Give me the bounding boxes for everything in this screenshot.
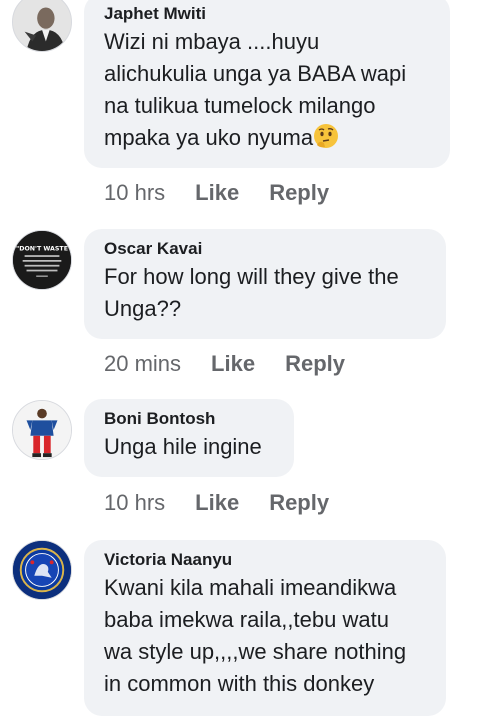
comment-actions: 10 hrs Like Reply [104,490,329,516]
comment-author[interactable]: Oscar Kavai [104,239,426,259]
man-in-suit-photo-icon [13,0,71,51]
comment-author[interactable]: Boni Bontosh [104,409,274,429]
comment-line-with-emoji: mpaka ya uko nyuma [104,122,430,154]
comment-timestamp[interactable]: 10 hrs [104,180,165,205]
reply-button[interactable]: Reply [269,180,329,205]
comment-line: Unga hile ingine [104,434,262,459]
chelsea-crest-icon [13,541,71,599]
comment-text: Wizi ni mbaya ....huyu alichukulia unga … [104,26,430,154]
comment-bubble: Boni Bontosh Unga hile ingine [84,399,294,477]
comment-actions: 20 mins Like Reply [104,351,345,377]
comment-text: Unga hile ingine [104,431,274,463]
comment-bubble: Japhet Mwiti Wizi ni mbaya ....huyu alic… [84,0,450,168]
dont-waste-quote-image-icon: "DON'T WASTE [13,231,71,289]
comment-timestamp[interactable]: 10 hrs [104,490,165,515]
comment-text: For how long will they give the Unga?? [104,261,426,325]
comment-bubble: Oscar Kavai For how long will they give … [84,229,446,339]
comment-author[interactable]: Victoria Naanyu [104,550,426,570]
reply-button[interactable]: Reply [285,351,345,376]
person-standing-photo-icon [13,401,71,459]
comment-bubble: Victoria Naanyu Kwani kila mahali imeand… [84,540,446,716]
comment-line: baba imekwa raila,,tebu watu [104,607,389,632]
thinking-face-emoji-icon [314,124,339,148]
comment-text: Kwani kila mahali imeandikwa baba imekwa… [104,572,426,700]
like-button[interactable]: Like [195,180,239,205]
comment-line: alichukulia unga ya BABA wapi [104,61,407,86]
comment-line: For how long will they give the [104,264,399,289]
avatar[interactable] [12,400,72,460]
comment-author[interactable]: Japhet Mwiti [104,4,430,24]
comment-line: in common with this donkey [104,671,375,696]
comment-line: mpaka ya uko nyuma [104,125,314,150]
avatar[interactable]: "DON'T WASTE [12,230,72,290]
avatar-text: "DON'T WASTE [16,245,68,252]
avatar[interactable] [12,0,72,52]
comment-actions: 10 hrs Like Reply [104,180,329,206]
like-button[interactable]: Like [211,351,255,376]
comment-line: Kwani kila mahali imeandikwa [104,575,397,600]
comment-line: Wizi ni mbaya ....huyu [104,29,320,54]
comment-line: na tulikua tumelock milango [104,93,376,118]
reply-button[interactable]: Reply [269,490,329,515]
comment-line: wa style up,,,,we share nothing [104,639,407,664]
comment-line: Unga?? [104,296,182,321]
comment-timestamp[interactable]: 20 mins [104,351,181,376]
like-button[interactable]: Like [195,490,239,515]
avatar[interactable] [12,540,72,600]
